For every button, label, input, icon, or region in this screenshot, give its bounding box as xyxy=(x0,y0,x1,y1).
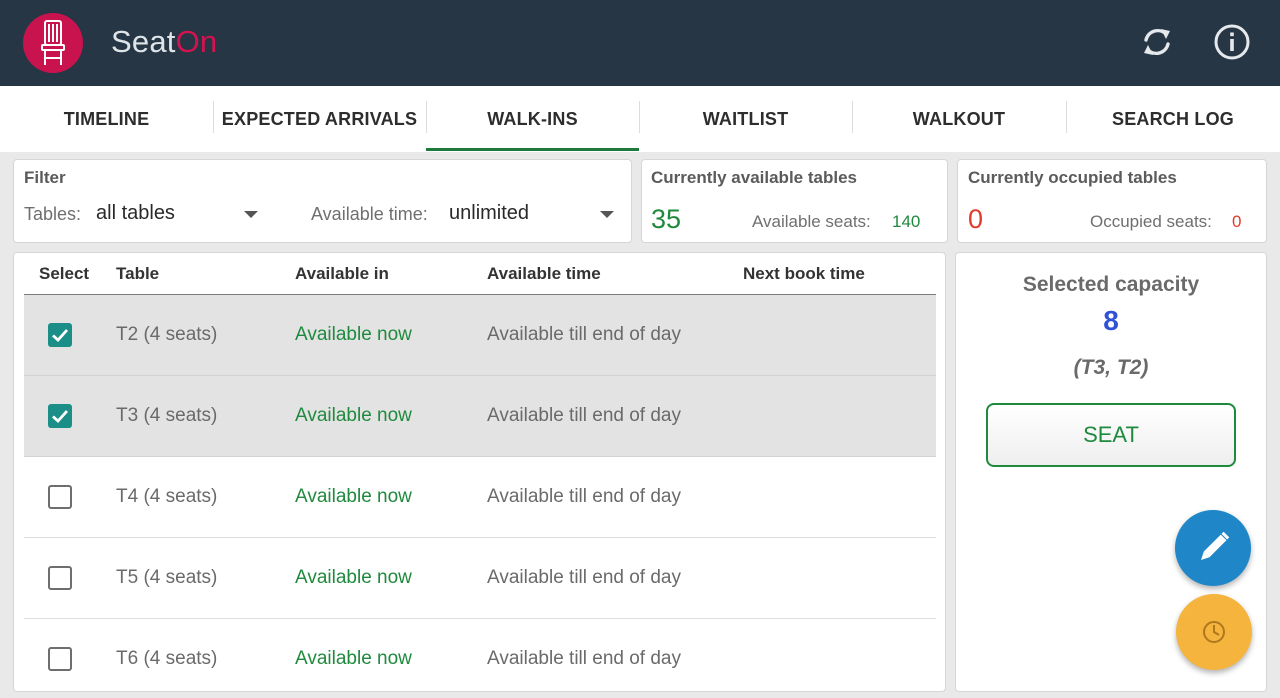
occupied-seats-label: Occupied seats: xyxy=(1090,212,1212,231)
row-table-name: T3 (4 seats) xyxy=(116,405,218,426)
row-table-name: T5 (4 seats) xyxy=(116,567,218,588)
occupied-tables-card: Currently occupied tables 0 Occupied sea… xyxy=(957,159,1267,243)
capacity-value: 8 xyxy=(1103,305,1119,336)
table-row[interactable]: T3 (4 seats) Available now Available til… xyxy=(24,376,936,457)
row-available-time: Available till end of day xyxy=(487,486,681,507)
table-row[interactable]: T6 (4 seats) Available now Available til… xyxy=(24,619,936,691)
time-filter-value: unlimited xyxy=(449,202,530,224)
seat-button-label: SEAT xyxy=(1083,422,1139,447)
tab-label: WALKOUT xyxy=(912,108,1006,129)
time-filter-label: Available time: xyxy=(311,204,428,224)
tables-filter-select[interactable]: all tables xyxy=(96,198,266,232)
table-row[interactable]: T4 (4 seats) Available now Available til… xyxy=(24,457,936,538)
column-header-available-time: Available time xyxy=(487,264,601,283)
tab-label: SEARCH LOG xyxy=(1111,108,1234,129)
filter-title: Filter xyxy=(24,168,66,187)
chevron-down-icon xyxy=(244,211,258,218)
info-icon[interactable] xyxy=(1210,20,1254,64)
available-tables-card: Currently available tables 35 Available … xyxy=(641,159,948,243)
filter-card: Filter Tables: all tables Available time… xyxy=(13,159,632,243)
row-checkbox[interactable] xyxy=(48,566,72,590)
app-bar: SeatOn xyxy=(0,0,1280,86)
row-table-name: T4 (4 seats) xyxy=(116,486,218,507)
column-header-select: Select xyxy=(39,264,90,283)
tab-expected-arrivals[interactable]: EXPECTED ARRIVALS xyxy=(213,86,426,152)
pencil-icon[interactable] xyxy=(1175,510,1251,586)
row-table-name: T2 (4 seats) xyxy=(116,324,218,345)
brand-accent: On xyxy=(175,24,218,59)
tables-filter-label: Tables: xyxy=(24,204,82,224)
time-filter-select[interactable]: unlimited xyxy=(449,198,624,232)
row-table-name: T6 (4 seats) xyxy=(116,648,218,669)
row-available-time: Available till end of day xyxy=(487,567,681,588)
available-title: Currently available tables xyxy=(651,168,857,187)
chevron-down-icon xyxy=(600,211,614,218)
row-available-time: Available till end of day xyxy=(487,405,681,426)
tab-waitlist[interactable]: WAITLIST xyxy=(639,86,852,152)
chair-icon xyxy=(23,13,83,73)
available-seats-label: Available seats: xyxy=(752,212,871,231)
selected-tables: (T3, T2) xyxy=(1073,356,1149,379)
row-checkbox[interactable] xyxy=(48,485,72,509)
tab-search-log[interactable]: SEARCH LOG xyxy=(1066,86,1280,152)
tab-walk-ins[interactable]: WALK-INS xyxy=(426,86,639,152)
available-count: 35 xyxy=(651,204,682,234)
row-available-in: Available now xyxy=(295,648,412,669)
column-header-available-in: Available in xyxy=(295,264,389,283)
tab-walkout[interactable]: WALKOUT xyxy=(852,86,1066,152)
row-available-in: Available now xyxy=(295,324,412,345)
seat-button[interactable]: SEAT xyxy=(986,403,1236,467)
clock-icon[interactable] xyxy=(1176,594,1252,670)
refresh-icon[interactable] xyxy=(1135,20,1179,64)
row-available-time: Available till end of day xyxy=(487,324,681,345)
column-header-table: Table xyxy=(116,264,160,283)
table-row[interactable]: T2 (4 seats) Available now Available til… xyxy=(24,295,936,376)
row-available-in: Available now xyxy=(295,486,412,507)
tab-label: WALK-INS xyxy=(487,108,578,129)
row-checkbox[interactable] xyxy=(48,323,72,347)
tab-timeline[interactable]: TIMELINE xyxy=(0,86,213,152)
tables-filter-value: all tables xyxy=(96,202,175,224)
app-brand: SeatOn xyxy=(111,24,217,60)
column-header-next-book-time: Next book time xyxy=(743,264,865,283)
row-available-in: Available now xyxy=(295,405,412,426)
occupied-seats-value: 0 xyxy=(1232,212,1242,231)
row-available-time: Available till end of day xyxy=(487,648,681,669)
occupied-count: 0 xyxy=(968,204,984,234)
tab-label: WAITLIST xyxy=(702,108,789,129)
row-available-in: Available now xyxy=(295,567,412,588)
table-row[interactable]: T5 (4 seats) Available now Available til… xyxy=(24,538,936,619)
available-seats-value: 140 xyxy=(892,212,921,231)
row-checkbox[interactable] xyxy=(48,404,72,428)
row-checkbox[interactable] xyxy=(48,647,72,671)
tab-bar: TIMELINE EXPECTED ARRIVALS WALK-INS WAIT… xyxy=(0,86,1280,152)
occupied-title: Currently occupied tables xyxy=(968,168,1177,187)
brand-main: Seat xyxy=(111,24,176,59)
capacity-title: Selected capacity xyxy=(1022,273,1200,296)
tab-label: TIMELINE xyxy=(63,108,150,129)
tab-label: EXPECTED ARRIVALS xyxy=(221,108,418,129)
